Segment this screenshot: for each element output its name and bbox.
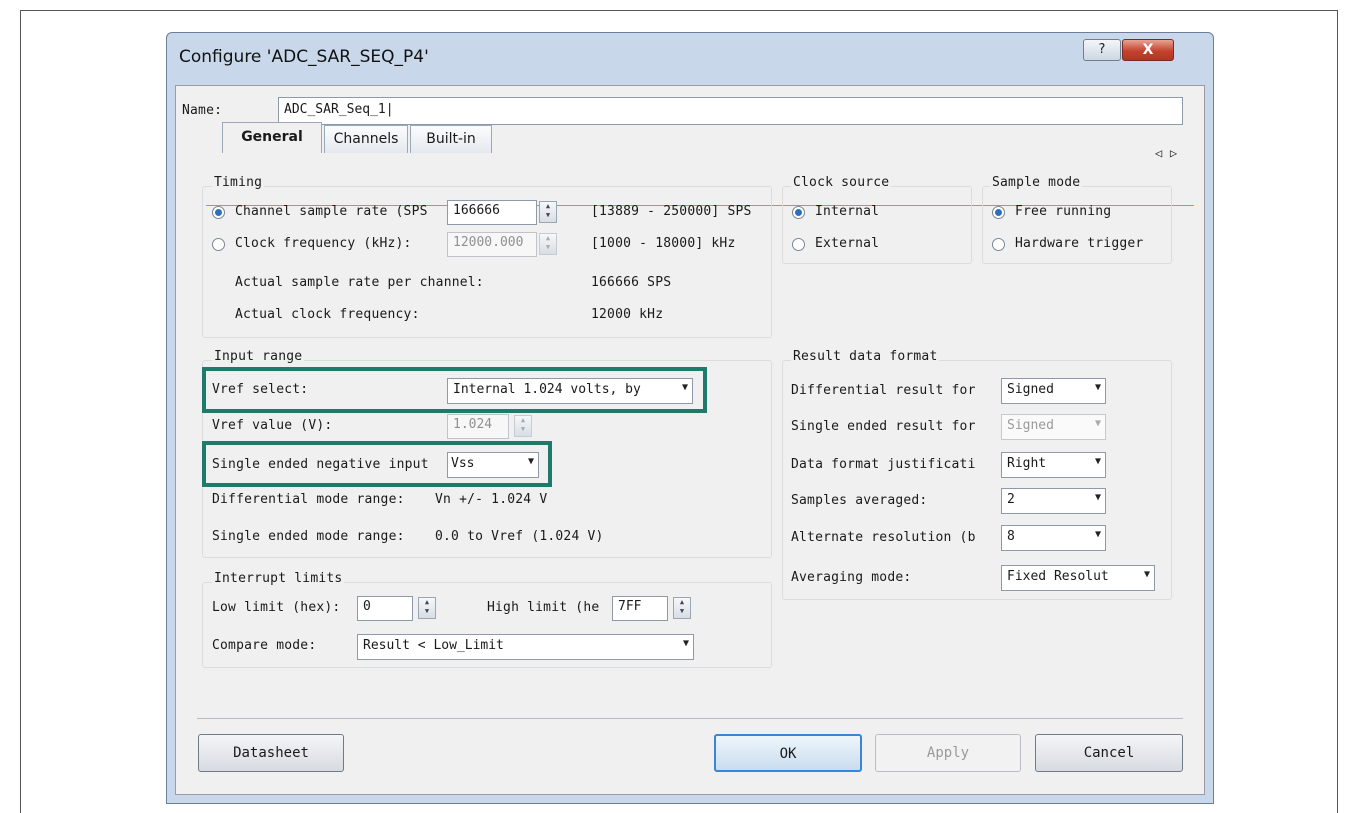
hardware-trigger-label: Hardware trigger (1015, 236, 1144, 251)
clock-freq-radio[interactable] (212, 238, 225, 251)
tab-built-in[interactable]: Built-in (410, 125, 492, 153)
samples-averaged-value: 2 (1007, 492, 1015, 507)
tab-scroll-arrows[interactable]: ◁ ▷ (1155, 146, 1177, 160)
diff-range-label: Differential mode range: (212, 492, 405, 507)
se-result-label: Single ended result for (791, 419, 976, 434)
vref-value-input[interactable]: 1.024 (447, 414, 509, 439)
channel-rate-input[interactable]: 166666 (447, 200, 537, 225)
diff-result-dropdown[interactable]: Signed ▼ (1001, 378, 1106, 404)
close-button[interactable]: X (1122, 39, 1174, 61)
diff-result-label: Differential result for (791, 383, 976, 398)
high-limit-spinner[interactable]: ▲ ▼ (673, 597, 691, 619)
sample-mode-group (982, 186, 1172, 264)
clock-freq-range: [1000 - 18000] kHz (591, 236, 736, 251)
channel-rate-range: [13889 - 250000] SPS (591, 204, 752, 219)
se-result-value: Signed (1007, 418, 1054, 433)
result-format-title: Result data format (791, 349, 940, 364)
title-bar[interactable]: Configure 'ADC_SAR_SEQ_P4' ? X (167, 33, 1213, 85)
clock-source-group (782, 186, 972, 264)
alt-resolution-value: 8 (1007, 529, 1015, 544)
button-separator (197, 718, 1183, 719)
compare-mode-value: Result < Low_Limit (363, 638, 504, 653)
name-input[interactable]: ADC_SAR_Seq_1| (278, 97, 1183, 125)
diff-result-value: Signed (1007, 382, 1054, 397)
low-limit-label: Low limit (hex): (212, 600, 341, 615)
sample-mode-title: Sample mode (990, 175, 1083, 190)
datasheet-button[interactable]: Datasheet (198, 734, 344, 772)
interrupt-title: Interrupt limits (212, 571, 345, 586)
input-range-title: Input range (212, 349, 305, 364)
ok-button[interactable]: OK (714, 734, 862, 772)
help-button[interactable]: ? (1083, 39, 1121, 61)
vref-select-highlight (202, 367, 707, 413)
samples-averaged-label: Samples averaged: (791, 493, 928, 508)
actual-clock-value: 12000 kHz (591, 307, 664, 322)
averaging-mode-value: Fixed Resolut (1007, 569, 1109, 584)
low-limit-spinner[interactable]: ▲ ▼ (418, 597, 436, 619)
justification-dropdown[interactable]: Right ▼ (1001, 452, 1106, 478)
se-range-value: 0.0 to Vref (1.024 V) (435, 529, 604, 544)
compare-mode-label: Compare mode: (212, 638, 317, 653)
clock-external-label: External (815, 236, 880, 251)
high-limit-input[interactable]: 7FF (612, 596, 668, 621)
channel-rate-spinner[interactable]: ▲ ▼ (539, 201, 557, 223)
clock-external-radio[interactable] (792, 238, 805, 251)
alt-resolution-dropdown[interactable]: 8 ▼ (1001, 525, 1106, 551)
tab-channels[interactable]: Channels (324, 125, 408, 153)
justification-value: Right (1007, 456, 1047, 471)
channel-rate-radio[interactable] (212, 206, 225, 219)
neg-input-highlight (202, 441, 552, 487)
clock-internal-radio[interactable] (792, 206, 805, 219)
dialog-title: Configure 'ADC_SAR_SEQ_P4' (179, 47, 429, 67)
diff-range-value: Vn +/- 1.024 V (435, 492, 548, 507)
channel-rate-label: Channel sample rate (SPS (235, 204, 428, 219)
justification-label: Data format justificati (791, 457, 976, 472)
vref-value-label: Vref value (V): (212, 418, 333, 433)
free-running-label: Free running (1015, 204, 1112, 219)
chevron-down-icon: ▼ (682, 638, 689, 649)
se-result-dropdown[interactable]: Signed ▼ (1001, 414, 1106, 440)
timing-title: Timing (212, 175, 265, 190)
apply-button[interactable]: Apply (875, 734, 1021, 772)
compare-mode-dropdown[interactable]: Result < Low_Limit ▼ (357, 634, 694, 660)
chevron-down-icon: ▼ (1094, 456, 1101, 467)
averaging-mode-label: Averaging mode: (791, 570, 912, 585)
alt-resolution-label: Alternate resolution (b (791, 530, 976, 545)
chevron-down-icon: ▼ (1094, 418, 1101, 429)
actual-rate-value: 166666 SPS (591, 275, 672, 290)
free-running-radio[interactable] (992, 206, 1005, 219)
low-limit-input[interactable]: 0 (357, 596, 413, 621)
clock-freq-spinner[interactable]: ▲ ▼ (539, 233, 557, 255)
high-limit-label: High limit (he (487, 600, 600, 615)
clock-freq-label: Clock frequency (kHz): (235, 236, 412, 251)
cancel-button[interactable]: Cancel (1035, 734, 1183, 772)
samples-averaged-dropdown[interactable]: 2 ▼ (1001, 488, 1106, 514)
chevron-down-icon: ▼ (1094, 529, 1101, 540)
se-range-label: Single ended mode range: (212, 529, 405, 544)
clock-freq-input[interactable]: 12000.000 (447, 232, 537, 257)
name-label: Name: (182, 103, 223, 118)
tab-general[interactable]: General (222, 122, 322, 153)
clock-internal-label: Internal (815, 204, 880, 219)
clock-source-title: Clock source (791, 175, 892, 190)
chevron-down-icon: ▼ (1143, 569, 1150, 580)
hardware-trigger-radio[interactable] (992, 238, 1005, 251)
chevron-down-icon: ▼ (1094, 382, 1101, 393)
chevron-down-icon: ▼ (1094, 492, 1101, 503)
vref-value-spinner[interactable]: ▲ ▼ (514, 415, 532, 437)
averaging-mode-dropdown[interactable]: Fixed Resolut ▼ (1001, 565, 1155, 591)
actual-rate-label: Actual sample rate per channel: (235, 275, 484, 290)
actual-clock-label: Actual clock frequency: (235, 307, 420, 322)
